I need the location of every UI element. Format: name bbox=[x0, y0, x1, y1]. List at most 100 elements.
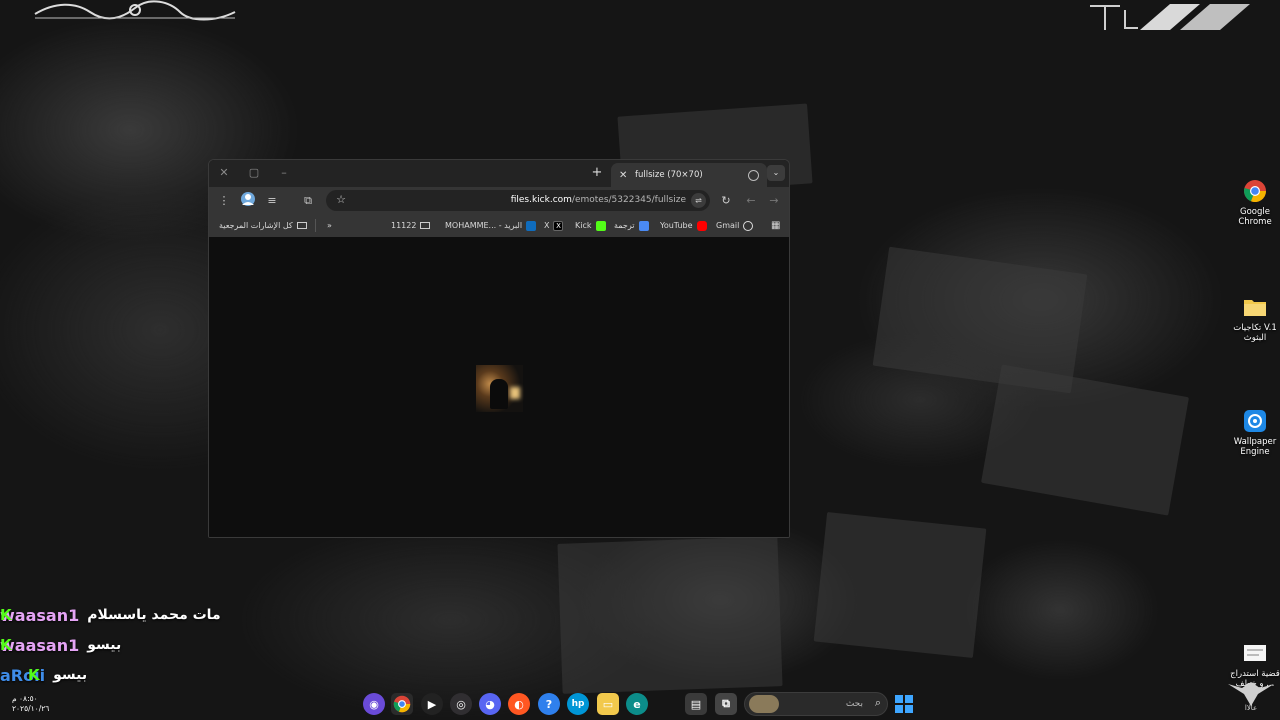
apps-grid-icon[interactable]: ▦ bbox=[771, 214, 780, 237]
wallpaper-paper bbox=[981, 364, 1189, 516]
desktop-icon-label: Google Chrome bbox=[1238, 207, 1272, 227]
chrome-icon[interactable] bbox=[391, 693, 413, 715]
youtube-icon bbox=[696, 220, 707, 231]
store-icon[interactable]: ▤ bbox=[685, 693, 707, 715]
url-host: files.kick.com bbox=[510, 195, 572, 205]
wallpaper-paper bbox=[813, 511, 987, 659]
translate-icon bbox=[638, 220, 649, 231]
toolbar: ⋮ ≡ ⧉ ☆ files.kick.com/emotes/5322345/fu… bbox=[209, 187, 789, 214]
search-icon: ⌕ bbox=[874, 696, 881, 709]
taskbar-app-icon[interactable]: ◉ bbox=[363, 693, 385, 715]
desktop-icon-label: Wallpaper Engine bbox=[1233, 437, 1277, 457]
all-bookmarks-label: كل الإشارات المرجعية bbox=[219, 221, 293, 230]
taskbar-search[interactable]: بحث ⌕ bbox=[744, 692, 888, 716]
document-icon bbox=[1242, 640, 1268, 666]
wallpaper-paper bbox=[872, 246, 1088, 394]
new-tab-button[interactable]: + bbox=[589, 165, 605, 181]
site-settings-icon[interactable]: ⇌ bbox=[691, 193, 706, 208]
bookmark-translate[interactable]: ترجمة bbox=[614, 214, 649, 237]
bookmark-outlook[interactable]: البريد - ...MOHAMME bbox=[445, 214, 537, 237]
clock-date: ٢٠٢٥/١٠/٢٦ bbox=[12, 704, 50, 713]
desktop-icon-folder[interactable]: تكاجيات V.1 البثوث bbox=[1225, 294, 1280, 343]
kick-badge-icon: K bbox=[0, 636, 12, 654]
kick-badge-icon: K bbox=[28, 666, 40, 684]
tab-search-button[interactable]: ⌄ bbox=[767, 165, 785, 181]
kick-badge-icon: K bbox=[0, 606, 12, 624]
close-window-button[interactable]: ✕ bbox=[215, 165, 233, 181]
address-bar[interactable]: ☆ files.kick.com/emotes/5322345/fullsize… bbox=[326, 190, 710, 211]
globe-icon bbox=[748, 169, 759, 181]
tab-title: fullsize (70×70) bbox=[635, 170, 703, 180]
file-explorer-icon[interactable]: ▭ bbox=[597, 693, 619, 715]
bookmark-label: X bbox=[544, 221, 550, 230]
clock-time: ٠٨:٥٠ م bbox=[12, 694, 38, 703]
discord-icon[interactable]: ◕ bbox=[479, 693, 501, 715]
bookmark-label: 11122 bbox=[391, 221, 417, 230]
maximize-window-button[interactable]: ▢ bbox=[245, 165, 263, 181]
browser-window[interactable]: ✕ ▢ – + ✕ fullsize (70×70) ⌄ ⋮ ≡ ⧉ ☆ fil… bbox=[208, 159, 790, 538]
search-highlight-icon bbox=[749, 695, 779, 713]
bookmark-gmail[interactable]: Gmail bbox=[716, 214, 754, 237]
emote-glow bbox=[510, 387, 520, 399]
folder-icon bbox=[420, 222, 431, 229]
bookmark-star-icon[interactable]: ☆ bbox=[332, 191, 350, 209]
extensions-icon[interactable]: ⧉ bbox=[299, 192, 317, 210]
bookmarks-overflow-button[interactable]: » bbox=[327, 214, 332, 237]
x-icon: X bbox=[553, 220, 564, 231]
folder-icon bbox=[296, 222, 307, 229]
outlook-icon bbox=[526, 220, 537, 231]
wallpaper-ornament bbox=[34, 0, 236, 21]
profile-avatar[interactable] bbox=[239, 192, 257, 210]
chrome-icon bbox=[1242, 178, 1268, 204]
title-bar[interactable]: ✕ ▢ – + ✕ fullsize (70×70) ⌄ bbox=[209, 160, 789, 187]
bookmark-11122[interactable]: 11122 bbox=[391, 214, 431, 237]
taskbar: ٠٨:٥٠ م ٢٠٢٥/١٠/٢٦ ◉ ▶ ◎ ◕ ◐ ? hp ▭ e ▤ … bbox=[0, 688, 1280, 720]
bookmark-kick[interactable]: Kick bbox=[575, 214, 606, 237]
help-icon[interactable]: ? bbox=[538, 693, 560, 715]
desktop-icon-label: تكاجيات V.1 البثوث bbox=[1233, 323, 1277, 343]
chat-text: بيسو bbox=[87, 637, 122, 653]
chat-message: بيسو aRoii K bbox=[0, 660, 240, 690]
bookmark-label: Gmail bbox=[716, 221, 740, 230]
bookmark-label: Kick bbox=[575, 221, 592, 230]
chat-text: بيسو bbox=[53, 667, 88, 683]
bookmark-x[interactable]: X X bbox=[544, 214, 564, 237]
desktop-icon-wallpaper-engine[interactable]: Wallpaper Engine bbox=[1225, 408, 1280, 457]
bookmark-label: البريد - ...MOHAMME bbox=[445, 221, 523, 230]
chat-message: مات محمد ياسسلام waasan1 K bbox=[0, 600, 240, 630]
chat-text: مات محمد ياسسلام bbox=[87, 607, 221, 623]
tab-active[interactable]: ✕ fullsize (70×70) bbox=[611, 163, 767, 187]
back-arrow-icon[interactable]: ← bbox=[742, 192, 760, 210]
media-player-icon[interactable]: ▶ bbox=[421, 693, 443, 715]
globe-icon bbox=[743, 220, 754, 231]
wallpaper-paper bbox=[557, 536, 783, 694]
folder-icon bbox=[1242, 294, 1268, 320]
bookmarks-bar: كل الإشارات المرجعية » 11122 البريد - ..… bbox=[209, 214, 789, 237]
url-text[interactable]: files.kick.com/emotes/5322345/fullsize bbox=[511, 190, 686, 211]
system-clock[interactable]: ٠٨:٥٠ م ٢٠٢٥/١٠/٢٦ bbox=[12, 694, 49, 714]
reading-list-icon[interactable]: ≡ bbox=[263, 192, 281, 210]
kick-icon bbox=[595, 220, 606, 231]
chat-message: بيسو waasan1 K bbox=[0, 630, 240, 660]
search-placeholder: بحث bbox=[845, 699, 863, 709]
obs-icon[interactable]: ◎ bbox=[450, 693, 472, 715]
desktop-icon-chrome[interactable]: Google Chrome bbox=[1225, 178, 1280, 227]
bookmark-youtube[interactable]: YouTube bbox=[660, 214, 707, 237]
hp-icon[interactable]: hp bbox=[567, 693, 589, 715]
bookmark-divider bbox=[315, 219, 316, 232]
wallpaper-logo bbox=[1090, 4, 1250, 30]
task-view-icon[interactable]: ⧉ bbox=[715, 693, 737, 715]
minimize-window-button[interactable]: – bbox=[275, 165, 293, 181]
chat-overlay: مات محمد ياسسلام waasan1 K بيسو waasan1 … bbox=[0, 600, 240, 690]
close-tab-icon[interactable]: ✕ bbox=[619, 170, 631, 181]
reload-icon[interactable]: ↻ bbox=[717, 192, 735, 210]
browser-app-icon[interactable]: ◐ bbox=[508, 693, 530, 715]
edge-icon[interactable]: e bbox=[626, 693, 648, 715]
menu-kebab-icon[interactable]: ⋮ bbox=[215, 192, 233, 210]
forward-arrow-icon[interactable]: → bbox=[765, 192, 783, 210]
page-content bbox=[209, 237, 789, 537]
start-windows-icon[interactable] bbox=[893, 693, 915, 715]
all-bookmarks-button[interactable]: كل الإشارات المرجعية bbox=[219, 214, 307, 237]
wallpaper-engine-icon bbox=[1242, 408, 1268, 434]
emote-image[interactable] bbox=[476, 365, 523, 412]
